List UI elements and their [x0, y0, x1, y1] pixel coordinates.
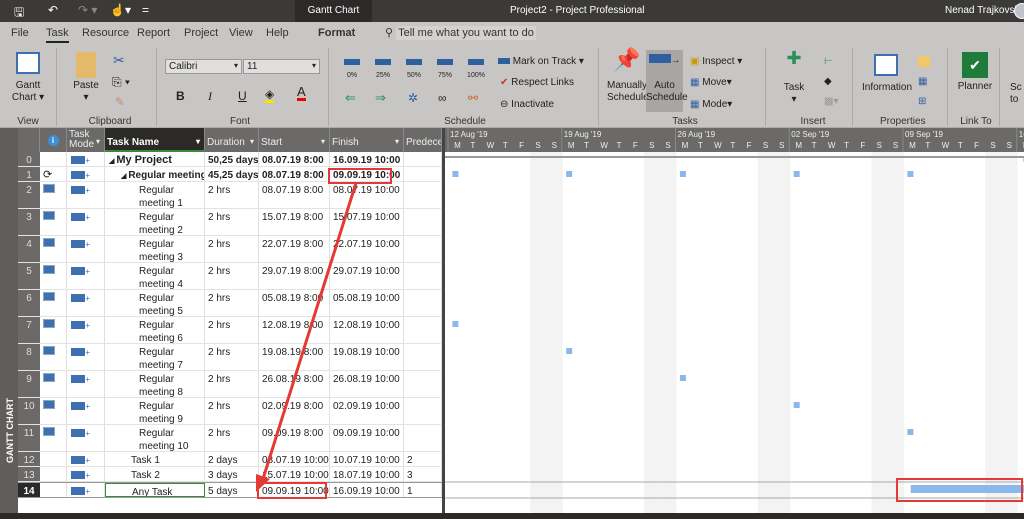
status-bar [0, 513, 1024, 519]
annotation-arrow [260, 182, 358, 483]
annotation-arrowhead [256, 474, 270, 492]
annotation-layer [256, 182, 358, 492]
